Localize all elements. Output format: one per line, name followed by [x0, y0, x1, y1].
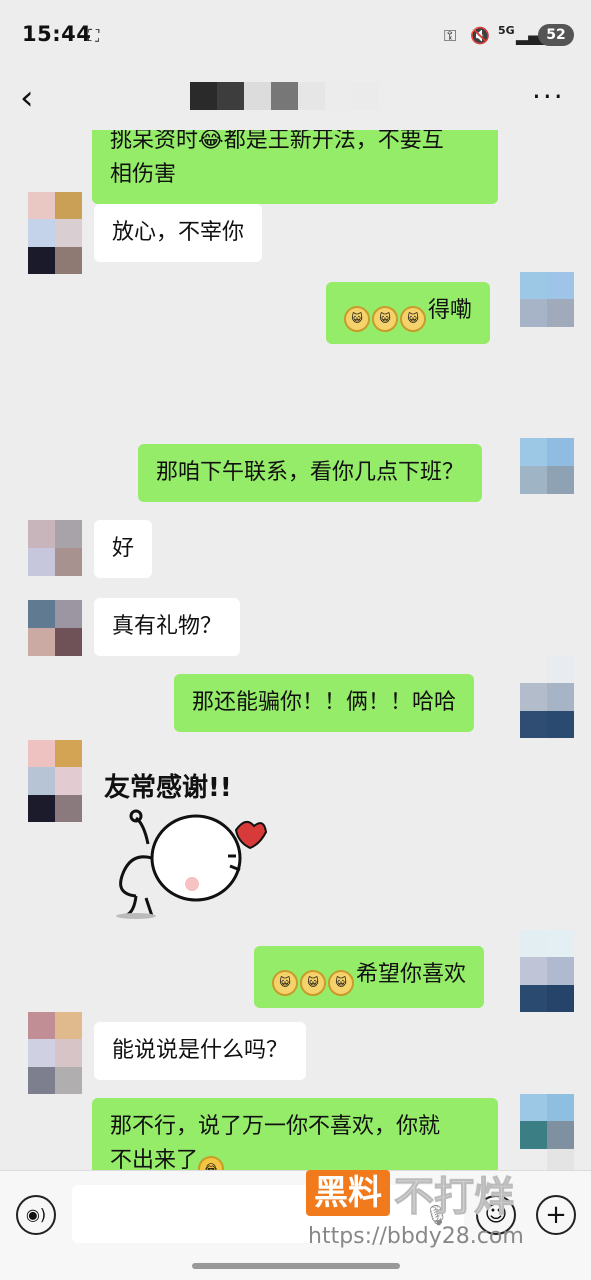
message-text: 不出来了 — [110, 1148, 199, 1170]
message-text: 能说说是什么吗？ — [112, 1038, 289, 1063]
smile-icon[interactable]: ☺ — [476, 1195, 516, 1235]
battery-indicator: 52 — [538, 24, 574, 46]
contact-avatar[interactable] — [28, 600, 82, 656]
message-bubble-in[interactable]: 真有礼物？ — [94, 598, 241, 656]
message-bubble-out[interactable]: 挑呆资时😂都是王新开法，不要互 相伤害 — [92, 130, 498, 204]
message-bubble-in[interactable]: 能说说是什么吗？ — [94, 1022, 307, 1080]
mic-icon: 🎙 — [424, 1203, 450, 1227]
status-bar: 15:44 ⛶ ⚿ 🔇 5G ▂▄▆ 52 — [0, 0, 591, 70]
message-text: 好 — [112, 536, 135, 561]
contact-avatar[interactable] — [28, 740, 82, 822]
contact-avatar[interactable] — [28, 192, 82, 274]
message-text: 真有礼物？ — [112, 614, 223, 639]
message-text: 那还能骗你！！俩！！哈哈 — [192, 690, 457, 715]
message-bubble-out[interactable]: 😺 😺 😺 希望你喜欢 — [254, 946, 485, 1008]
voice-icon[interactable]: ◉) — [16, 1195, 56, 1235]
my-avatar[interactable] — [520, 438, 574, 494]
plus-icon[interactable]: + — [536, 1195, 576, 1235]
my-avatar[interactable] — [520, 272, 574, 354]
chat-header: ‹ ··· — [0, 70, 591, 130]
contact-avatar[interactable] — [28, 520, 82, 576]
message-bubble-out[interactable]: 😺 😺 😺 得嘞 — [326, 282, 491, 344]
my-avatar[interactable] — [520, 930, 574, 1012]
message-bubble-out[interactable]: 那不行，说了万一你不喜欢，你就 不出来了 😂 — [92, 1098, 498, 1170]
input-bar: ◉) 🎙 ☺ + — [0, 1170, 591, 1280]
chat-title-mosaic — [190, 82, 379, 110]
cat-emoji-icon: 😺 — [400, 306, 426, 332]
thank-you-sticker[interactable]: 友常感谢!! — [96, 760, 276, 920]
cat-emoji-icon: 😺 — [272, 970, 298, 996]
message-input[interactable] — [72, 1185, 464, 1243]
screen-record-icon: ⛶ — [88, 26, 100, 45]
cat-emoji-icon: 😺 — [328, 970, 354, 996]
network-label: 5G — [498, 24, 515, 37]
mute-icon: 🔇 — [470, 26, 490, 45]
message-bubble-out[interactable]: 那还能骗你！！俩！！哈哈 — [174, 674, 475, 732]
key-icon: ⚿ — [444, 26, 457, 45]
cat-emoji-icon: 😺 — [372, 306, 398, 332]
message-text: 那咱下午联系，看你几点下班？ — [156, 460, 465, 485]
home-indicator[interactable] — [192, 1263, 400, 1269]
back-icon[interactable]: ‹ — [20, 80, 50, 116]
my-avatar[interactable] — [520, 656, 574, 738]
my-avatar[interactable] — [520, 1094, 574, 1170]
status-time: 15:44 — [22, 22, 92, 46]
message-bubble-in[interactable]: 好 — [94, 520, 153, 578]
message-text: 相伤害 — [110, 162, 177, 187]
more-dots-icon[interactable]: ··· — [532, 80, 565, 113]
contact-avatar[interactable] — [28, 1012, 82, 1094]
message-text: 放心，不宰你 — [112, 220, 245, 245]
message-text: 希望你喜欢 — [356, 962, 467, 987]
sticker-text: 友常感谢!! — [104, 772, 232, 803]
laugh-cry-emoji-icon: 😂 — [198, 1156, 225, 1170]
chat-area[interactable]: 挑呆资时😂都是王新开法，不要互 相伤害 放心，不宰你 😺 😺 😺 得嘞 那咱下午联系，… — [0, 130, 591, 1170]
cat-emoji-icon: 😺 — [344, 306, 370, 332]
message-text: 挑呆资时😂都是王新开法，不要互 — [110, 130, 444, 153]
cat-emoji-icon: 😺 — [300, 970, 326, 996]
message-bubble-in[interactable]: 放心，不宰你 — [94, 204, 263, 262]
message-text: 得嘞 — [428, 298, 473, 323]
message-bubble-out[interactable]: 那咱下午联系，看你几点下班？ — [138, 444, 483, 502]
message-text: 那不行，说了万一你不喜欢，你就 — [110, 1114, 441, 1139]
